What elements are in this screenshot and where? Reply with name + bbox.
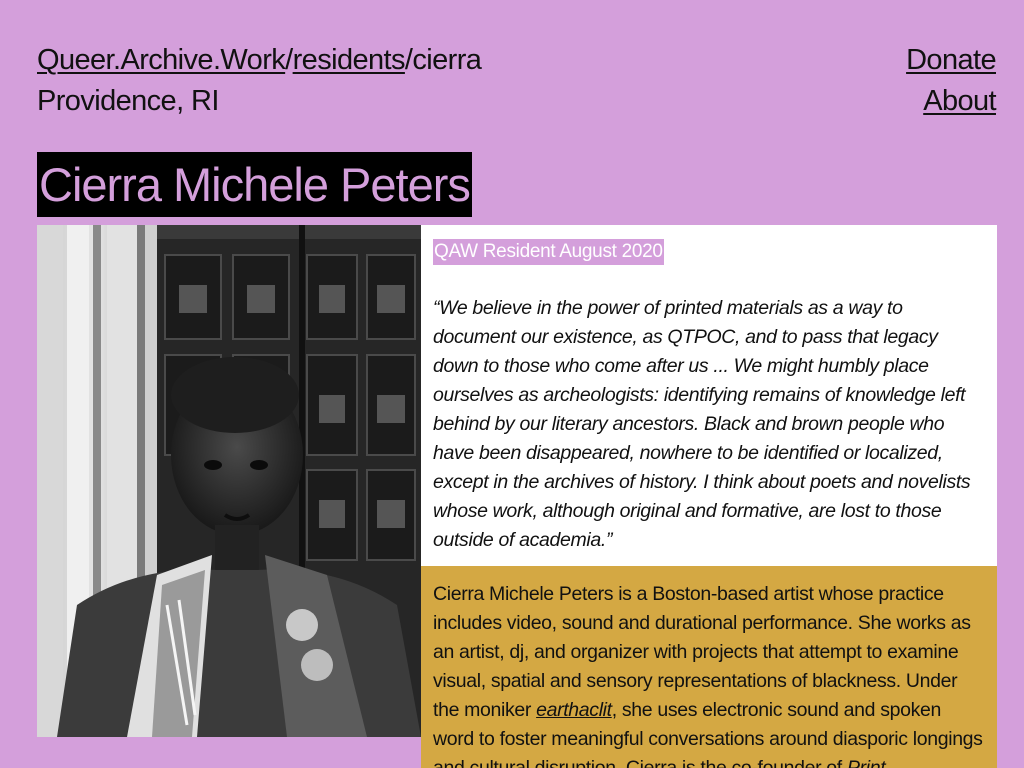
top-nav: Donate About bbox=[906, 40, 997, 122]
breadcrumb-separator: / bbox=[285, 44, 293, 76]
breadcrumb: Queer.Archive.Work/residents/cierra Prov… bbox=[37, 40, 482, 122]
resident-quote: “We believe in the power of printed mate… bbox=[433, 297, 971, 551]
print-text: Print bbox=[846, 757, 886, 768]
breadcrumb-link-residents[interactable]: residents bbox=[293, 44, 406, 76]
about-link[interactable]: About bbox=[906, 81, 996, 122]
residency-badge: QAW Resident August 2020 bbox=[433, 239, 664, 265]
resident-photo bbox=[37, 225, 421, 737]
location-text: Providence, RI bbox=[37, 85, 219, 117]
page: Queer.Archive.Work/residents/cierra Prov… bbox=[0, 0, 1024, 768]
portrait-image bbox=[37, 225, 421, 737]
bio-panel: Cierra Michele Peters is a Boston-based … bbox=[421, 566, 997, 768]
resident-bio: Cierra Michele Peters is a Boston-based … bbox=[433, 580, 985, 768]
resident-name-title: Cierra Michele Peters bbox=[37, 152, 472, 217]
quote-panel: QAW Resident August 2020 “We believe in … bbox=[421, 225, 997, 566]
breadcrumb-link-home[interactable]: Queer.Archive.Work bbox=[37, 44, 286, 76]
earthaclit-link[interactable]: earthaclit bbox=[536, 699, 612, 721]
donate-link[interactable]: Donate bbox=[906, 40, 997, 81]
breadcrumb-current: cierra bbox=[412, 44, 482, 76]
